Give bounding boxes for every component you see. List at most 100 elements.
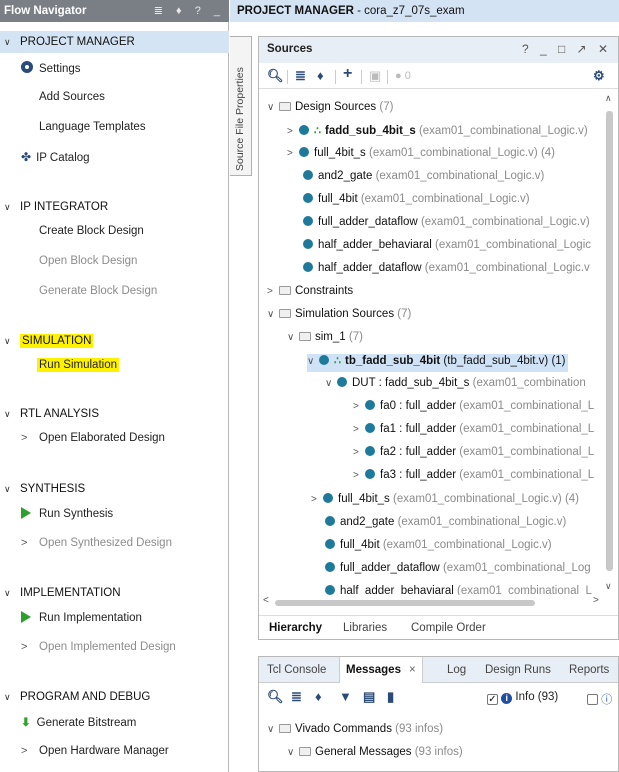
nav-label: Run Synthesis bbox=[39, 508, 114, 520]
tree-row[interactable]: half_adder_dataflow (exam01_combinationa… bbox=[303, 262, 590, 280]
tree-row[interactable]: > full_4bit_s (exam01_combinational_Logic… bbox=[287, 147, 555, 165]
message-row[interactable]: ∨ Vivado Commands (93 infos) bbox=[267, 723, 443, 741]
add-icon[interactable]: + bbox=[343, 65, 352, 83]
chevron-right-icon: > bbox=[21, 745, 28, 757]
scroll-up-icon[interactable]: ∧ bbox=[605, 93, 612, 104]
nav-run-synthesis[interactable]: Run Synthesis bbox=[21, 507, 113, 525]
tree-row-selected[interactable]: ∨ ∴ tb_fadd_sub_4bit (tb_fadd_sub_4bit.v) … bbox=[307, 354, 568, 372]
tree-row[interactable]: > full_4bit_s (exam01_combinational_Logic… bbox=[311, 493, 579, 511]
nav-run-implementation[interactable]: Run Implementation bbox=[21, 611, 142, 629]
tree-row[interactable]: ∨ DUT : fadd_sub_4bit_s (exam01_combinati… bbox=[325, 377, 586, 395]
section-implementation[interactable]: ∨ IMPLEMENTATION bbox=[0, 582, 229, 604]
nav-open-synthesized-design[interactable]: > Open Synthesized Design bbox=[21, 537, 172, 555]
chevron-right-icon: > bbox=[287, 148, 293, 159]
sources-tabs: Hierarchy Libraries Compile Order bbox=[259, 615, 618, 639]
tree-row[interactable]: > ∴ fadd_sub_4bit_s (exam01_combinational_… bbox=[287, 124, 588, 142]
info-filter[interactable]: ✓ i Info (93) bbox=[487, 691, 558, 705]
chevron-down-icon: ∨ bbox=[267, 724, 275, 735]
gear-icon[interactable]: ⚙ bbox=[593, 68, 605, 84]
status-filter[interactable]: ⓘ bbox=[587, 691, 612, 707]
tree-row[interactable]: > Constraints bbox=[267, 285, 353, 303]
play-icon bbox=[21, 507, 31, 519]
nav-generate-bitstream[interactable]: ⬇ Generate Bitstream bbox=[21, 715, 136, 733]
scroll-left-icon[interactable]: < bbox=[263, 595, 269, 606]
tab-hierarchy[interactable]: Hierarchy bbox=[269, 622, 322, 634]
chevron-right-icon: > bbox=[353, 401, 359, 412]
nav-open-hardware-manager[interactable]: > Open Hardware Manager bbox=[21, 745, 169, 763]
tree-row[interactable]: > fa0 : full_adder (exam01_combinational_… bbox=[353, 400, 594, 418]
section-project-manager[interactable]: ∨ PROJECT MANAGER bbox=[0, 31, 229, 53]
tab-messages[interactable]: Messages × bbox=[339, 657, 423, 683]
tree-row[interactable]: ∨ Design Sources (7) bbox=[267, 101, 393, 119]
search-icon[interactable]: 🔍︎ bbox=[267, 689, 284, 705]
module-icon bbox=[365, 469, 375, 479]
message-icon[interactable]: ▤ bbox=[363, 689, 375, 705]
divider bbox=[361, 70, 362, 84]
horizontal-scrollbar[interactable]: < > bbox=[263, 595, 603, 607]
tree-row[interactable]: and2_gate (exam01_combinational_Logic.v) bbox=[325, 516, 566, 534]
scrollbar-thumb[interactable] bbox=[606, 111, 613, 571]
properties-icon[interactable]: ▣ bbox=[369, 68, 381, 84]
tab-compile-order[interactable]: Compile Order bbox=[411, 622, 486, 634]
close-icon[interactable]: × bbox=[409, 664, 416, 676]
message-row[interactable]: ∨ General Messages (93 infos) bbox=[287, 746, 463, 764]
section-program-debug[interactable]: ∨ PROGRAM AND DEBUG bbox=[0, 686, 229, 708]
tree-row[interactable]: full_4bit (exam01_combinational_Logic.v) bbox=[303, 193, 530, 211]
vertical-scrollbar[interactable]: ∧ ∨ bbox=[604, 93, 614, 593]
window-controls[interactable]: ? _ □ ↗ ✕ bbox=[522, 42, 612, 56]
tab-design-runs[interactable]: Design Runs bbox=[485, 664, 551, 676]
tree-row[interactable]: full_4bit (exam01_combinational_Logic.v) bbox=[325, 539, 552, 557]
search-icon[interactable]: 🔍︎ bbox=[267, 68, 284, 84]
nav-add-sources[interactable]: Add Sources bbox=[39, 91, 105, 109]
source-file-properties-tab[interactable]: Source File Properties bbox=[230, 36, 252, 176]
tree-row[interactable]: ∨ sim_1 (7) bbox=[287, 331, 363, 349]
section-rtl-analysis[interactable]: ∨ RTL ANALYSIS bbox=[0, 403, 229, 425]
nav-open-implemented-design[interactable]: > Open Implemented Design bbox=[21, 641, 176, 659]
tab-reports[interactable]: Reports bbox=[569, 664, 609, 676]
tree-row[interactable]: half_adder_behaviaral (exam01_combinatio… bbox=[325, 585, 592, 595]
tree-row[interactable]: > fa2 : full_adder (exam01_combinational_… bbox=[353, 446, 594, 464]
tab-libraries[interactable]: Libraries bbox=[343, 622, 387, 634]
scroll-right-icon[interactable]: > bbox=[593, 595, 599, 606]
collapse-all-icon[interactable]: ≣ bbox=[291, 689, 302, 705]
tree-row[interactable]: half_adder_behaviaral (exam01_combinatio… bbox=[303, 239, 591, 257]
nav-open-elaborated-design[interactable]: > Open Elaborated Design bbox=[21, 432, 165, 450]
checkbox-checked[interactable]: ✓ bbox=[487, 694, 498, 705]
nav-generate-block-design[interactable]: Generate Block Design bbox=[39, 285, 157, 303]
scroll-down-icon[interactable]: ∨ bbox=[605, 581, 612, 592]
tree-row[interactable]: > fa3 : full_adder (exam01_combinational_… bbox=[353, 469, 594, 487]
nav-ip-catalog[interactable]: ✤ IP Catalog bbox=[21, 150, 90, 168]
expand-all-icon[interactable]: ♦ bbox=[317, 68, 324, 83]
nav-open-block-design[interactable]: Open Block Design bbox=[39, 255, 137, 273]
collapse-all-icon[interactable]: ≣ bbox=[295, 68, 306, 84]
section-ip-integrator[interactable]: ∨ IP INTEGRATOR bbox=[0, 196, 229, 218]
tree-row[interactable]: > fa1 : full_adder (exam01_combinational_… bbox=[353, 423, 594, 441]
flow-navigator-title: Flow Navigator bbox=[4, 5, 87, 17]
messages-toolbar: 🔍︎ ≣ ♦ ▼ ▤ ▮ ✓ i Info (93) ⓘ bbox=[259, 684, 618, 712]
messages-panel: Tcl Console Messages × Log Design Runs Re… bbox=[258, 656, 619, 772]
section-label: PROGRAM AND DEBUG bbox=[20, 691, 151, 703]
tree-row[interactable]: ∨ Simulation Sources (7) bbox=[267, 308, 411, 326]
tree-row[interactable]: full_adder_dataflow (exam01_combinationa… bbox=[303, 216, 590, 234]
checkbox-unchecked[interactable] bbox=[587, 694, 598, 705]
nav-run-simulation[interactable]: Run Simulation bbox=[37, 358, 119, 377]
tab-tcl-console[interactable]: Tcl Console bbox=[267, 664, 326, 676]
section-label: RTL ANALYSIS bbox=[20, 408, 100, 420]
flow-navigator-tools[interactable]: ≣ ♦ ? _ bbox=[154, 4, 225, 17]
warning-count[interactable]: ● 0 bbox=[395, 70, 411, 82]
section-synthesis[interactable]: ∨ SYNTHESIS bbox=[0, 478, 229, 500]
tree-row[interactable]: and2_gate (exam01_combinational_Logic.v) bbox=[303, 170, 544, 188]
delete-icon[interactable]: ▮ bbox=[387, 689, 394, 705]
tree-row[interactable]: full_adder_dataflow (exam01_combinationa… bbox=[325, 562, 591, 580]
tab-log[interactable]: Log bbox=[447, 664, 466, 676]
filter-icon[interactable]: ▼ bbox=[339, 689, 352, 704]
nav-settings[interactable]: Settings bbox=[21, 61, 81, 79]
sources-title: Sources bbox=[267, 43, 313, 55]
expand-all-icon[interactable]: ♦ bbox=[315, 689, 322, 704]
section-simulation[interactable]: ∨ SIMULATION bbox=[0, 330, 229, 352]
nav-language-templates[interactable]: Language Templates bbox=[39, 121, 146, 139]
sources-panel: Sources ? _ □ ↗ ✕ 🔍︎ ≣ ♦ + ▣ ● 0 ⚙ ∨ Desi… bbox=[258, 36, 619, 640]
scrollbar-thumb[interactable] bbox=[275, 600, 535, 606]
chevron-down-icon: ∨ bbox=[4, 484, 11, 494]
nav-create-block-design[interactable]: Create Block Design bbox=[39, 225, 144, 243]
